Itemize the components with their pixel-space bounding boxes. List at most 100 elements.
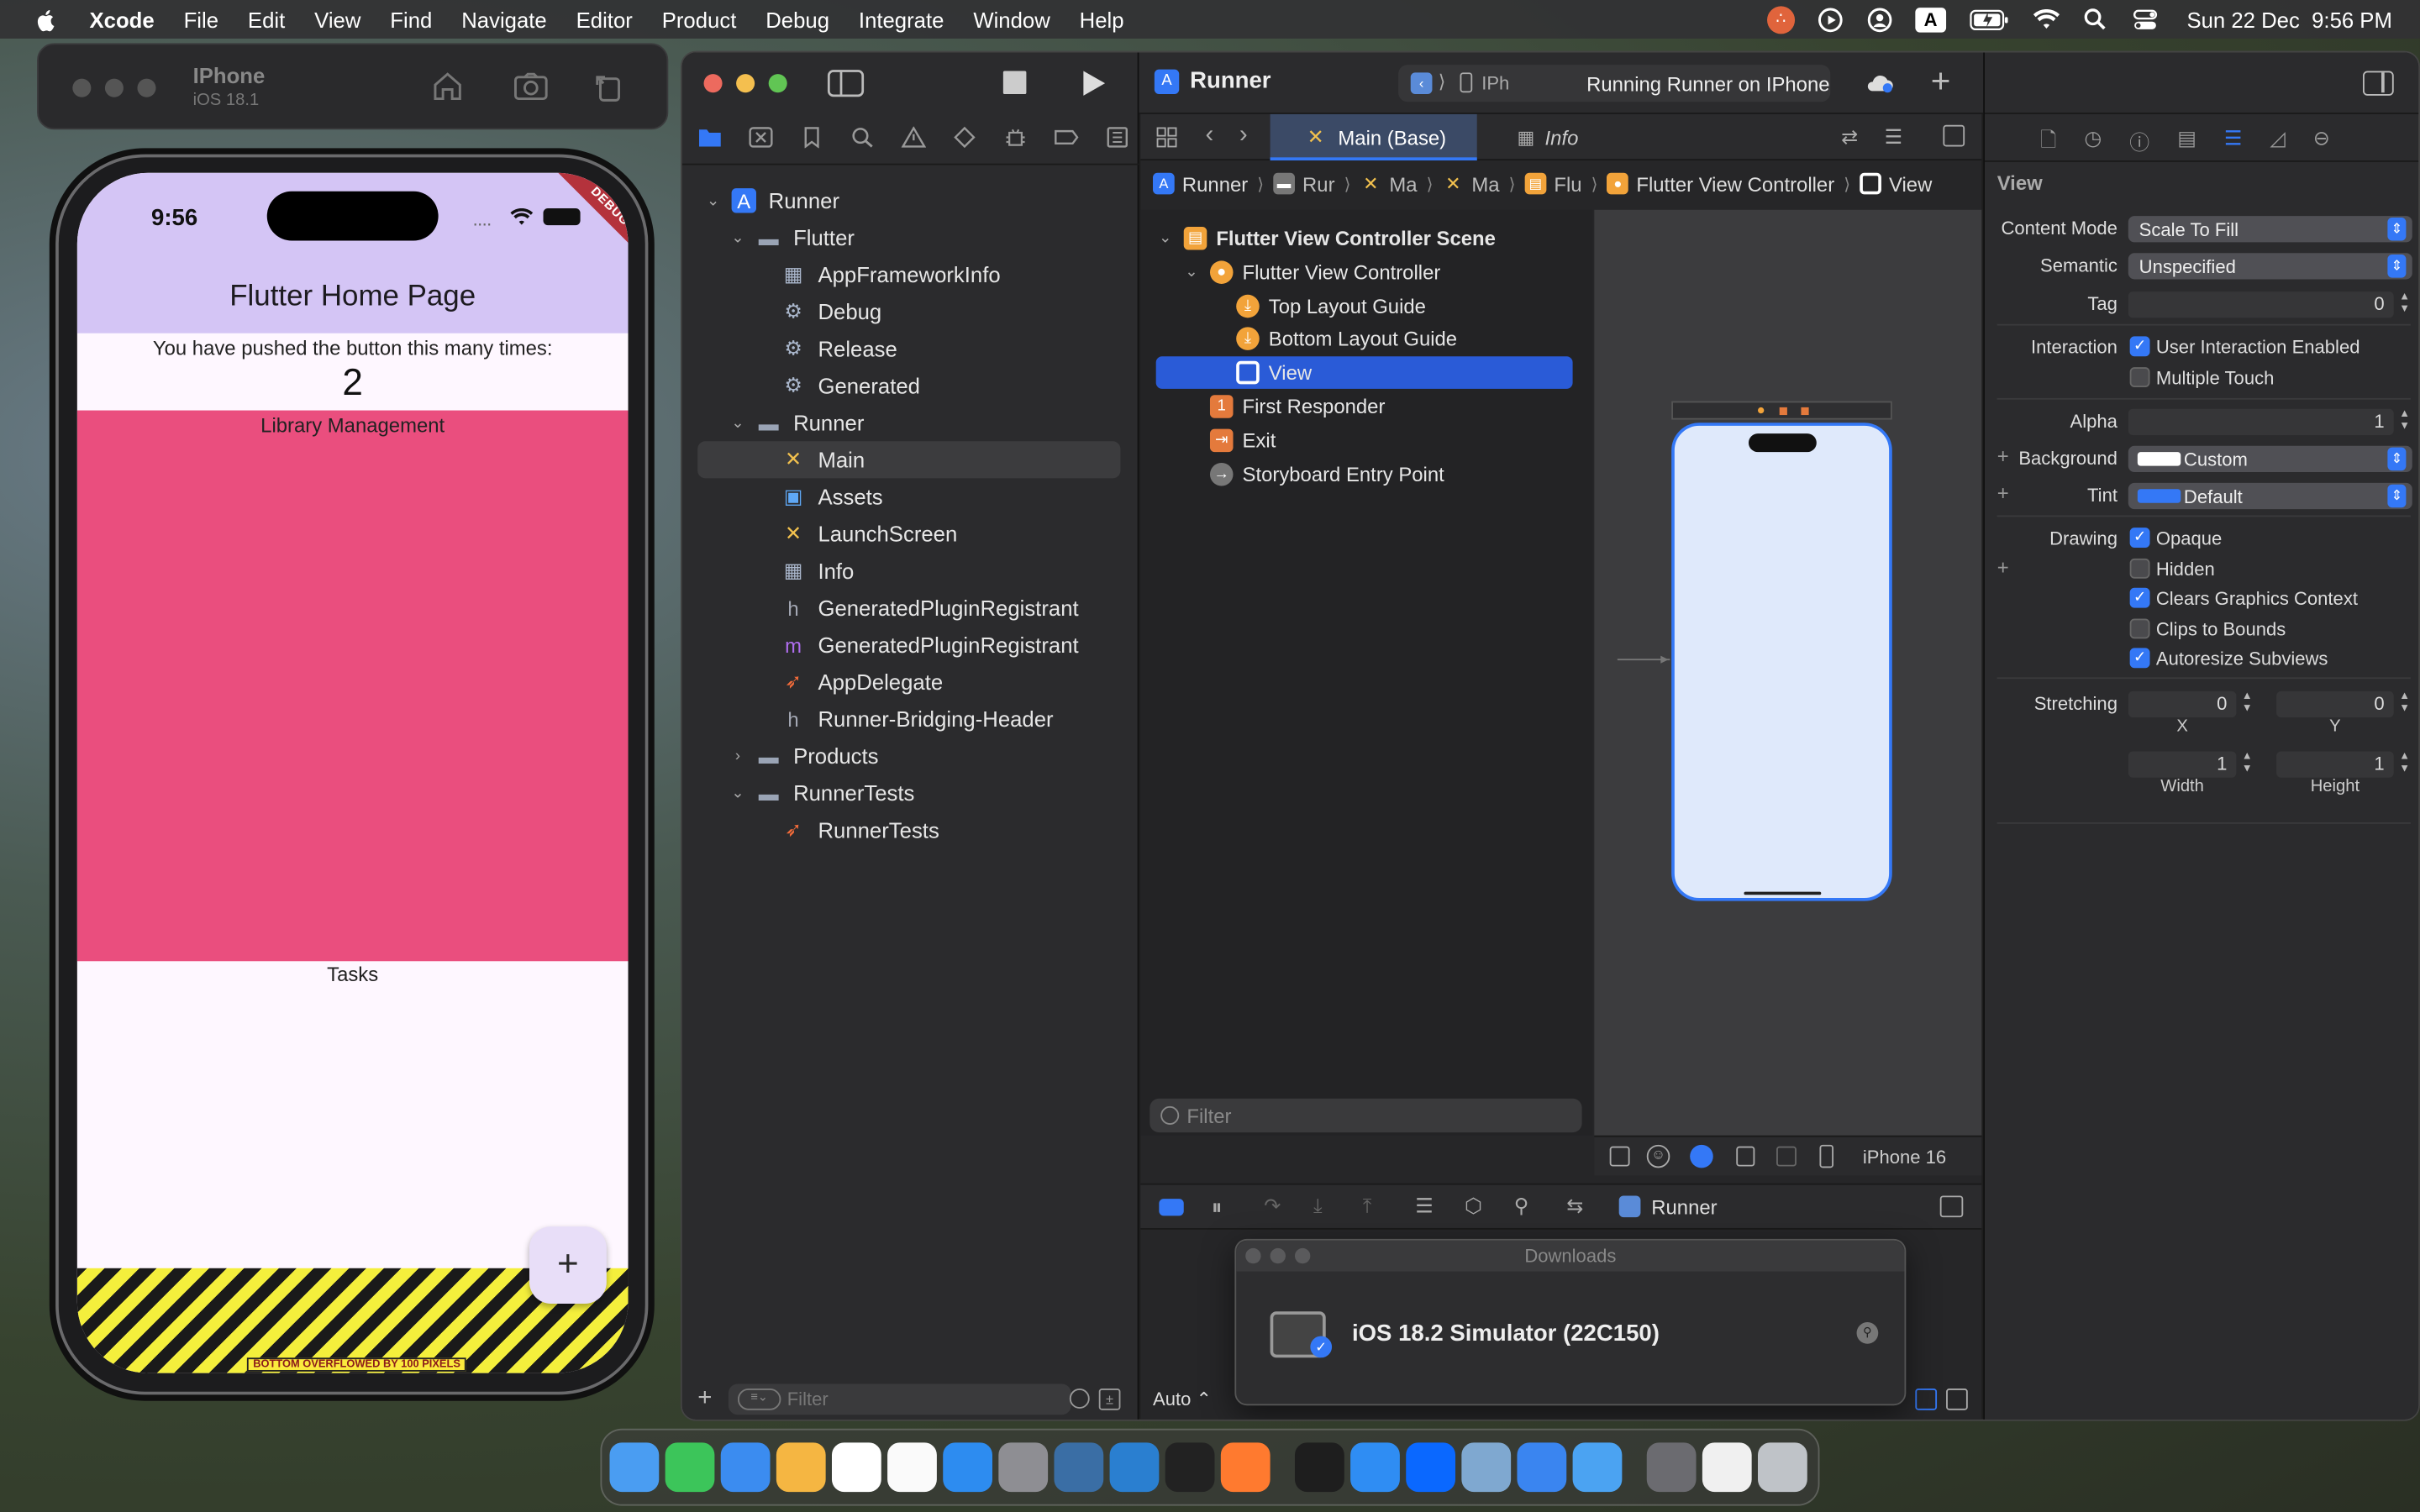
hide-console-icon[interactable] [1939, 1195, 1964, 1218]
user-circle-icon[interactable] [1865, 7, 1893, 32]
play-circle-icon[interactable] [1817, 7, 1844, 32]
window-close-button[interactable] [703, 74, 723, 93]
vscode-icon[interactable] [1109, 1442, 1160, 1493]
messages-icon[interactable] [665, 1442, 715, 1493]
window-minimize-button[interactable] [736, 74, 755, 93]
menu-window[interactable]: Window [973, 7, 1050, 31]
spotlight-search-icon[interactable] [2082, 7, 2110, 31]
breakpoint-navigator-icon[interactable] [1054, 127, 1079, 156]
zalo-icon[interactable] [1406, 1442, 1456, 1493]
split-editor-icon[interactable] [1943, 124, 1965, 147]
navigator-item[interactable]: › ▬ Products [697, 738, 1120, 774]
breadcrumb-item[interactable]: Runner [1182, 172, 1248, 196]
source-control-navigator-icon[interactable] [749, 127, 773, 156]
sidebar-toggle-icon[interactable] [827, 70, 865, 105]
stretch-width-stepper[interactable]: ▲ ▼ [2239, 751, 2254, 777]
battery-icon[interactable] [1968, 7, 2011, 31]
tag-field[interactable]: 0 [2128, 291, 2394, 318]
connections-inspector-icon[interactable]: ⊖ [2313, 127, 2330, 160]
menu-integrate[interactable]: Integrate [859, 7, 944, 31]
disclosure-open-icon[interactable]: ⌄ [729, 785, 747, 801]
autoresize-subviews-checkbox[interactable]: ✓ [2129, 648, 2150, 669]
preview-icon[interactable] [1461, 1442, 1512, 1493]
safari-icon[interactable] [1350, 1442, 1400, 1493]
trash-icon[interactable] [1758, 1442, 1807, 1493]
screenshot-camera-icon[interactable] [513, 70, 550, 112]
size-class-icon[interactable] [1776, 1146, 1797, 1167]
add-file-icon[interactable]: + [697, 1385, 712, 1413]
clips-to-bounds-checkbox[interactable] [2129, 618, 2150, 639]
pause-icon[interactable]: ⏸ [1212, 1194, 1223, 1221]
xcode-icon[interactable] [1517, 1442, 1567, 1493]
view-controller-preview[interactable] [1671, 423, 1892, 901]
scheme-title[interactable]: Runner [1190, 68, 1270, 94]
outline-item[interactable]: ⤓ Bottom Layout Guide [1156, 323, 1573, 356]
disclosure-open-icon[interactable]: ⌄ [704, 192, 723, 209]
outline-item[interactable]: ⇥ Exit [1156, 424, 1573, 457]
disclosure-open-icon[interactable]: ⌄ [1156, 230, 1175, 247]
firefox-icon[interactable] [1220, 1442, 1270, 1493]
stretch-height-field[interactable]: 1 [2276, 751, 2394, 778]
disclosure-open-icon[interactable]: ⌄ [729, 414, 747, 431]
control-center-icon[interactable] [2131, 7, 2159, 31]
minimize-button[interactable] [104, 78, 124, 97]
menubar-clock[interactable]: Sun 22 Dec 9:56 PM [2186, 7, 2391, 31]
scm-filter-icon[interactable]: ± [1098, 1389, 1121, 1410]
navigator-item[interactable]: ✕ Main [697, 441, 1121, 479]
identity-inspector-icon[interactable]: ▤ [2177, 127, 2196, 160]
disclosure-open-icon[interactable]: ⌄ [1182, 264, 1201, 281]
scene-dock[interactable] [1671, 401, 1892, 420]
test-navigator-icon[interactable] [952, 126, 976, 156]
home-icon[interactable] [430, 70, 464, 112]
rotate-device-icon[interactable] [591, 70, 624, 112]
breadcrumb-item[interactable]: Flu [1554, 172, 1581, 196]
debug-navigator-icon[interactable] [1003, 127, 1028, 156]
quick-help-icon[interactable]: ⓘ [2129, 127, 2149, 160]
menu-help[interactable]: Help [1080, 7, 1124, 31]
navigator-item[interactable]: h Runner-Bridging-Header [697, 701, 1120, 738]
filter-options-icon[interactable]: ≡⌄ [737, 1389, 781, 1410]
toggle-debug-area-icon[interactable] [1159, 1199, 1184, 1216]
menu-editor[interactable]: Editor [576, 7, 633, 31]
editor-options-icon[interactable]: ☰ [1885, 125, 1902, 150]
tag-stepper[interactable]: ▲ ▼ [2396, 291, 2412, 318]
tab-info[interactable]: ▦ Info [1496, 114, 1665, 160]
stretch-height-stepper[interactable]: ▲ ▼ [2396, 751, 2412, 777]
window-manager-icon[interactable] [1646, 1442, 1697, 1493]
tint-popup[interactable]: Default ⇕ [2128, 482, 2412, 510]
terminal-icon[interactable] [1294, 1442, 1344, 1493]
related-items-icon[interactable] [1156, 127, 1178, 156]
stretch-y-field[interactable]: 0 [2276, 690, 2394, 718]
outline-item[interactable]: ⌄ ● Flutter View Controller [1156, 256, 1573, 289]
mail-icon[interactable] [720, 1442, 771, 1493]
hidden-checkbox[interactable] [2129, 558, 2150, 579]
adjust-editor-icon[interactable]: ⇄ [1841, 125, 1858, 150]
device-config-label[interactable]: iPhone 16 [1863, 1147, 1946, 1168]
report-navigator-icon[interactable] [1105, 127, 1129, 156]
flutter-scheme-icon[interactable]: ‹ [1410, 72, 1433, 95]
history-inspector-icon[interactable]: ◷ [2084, 127, 2102, 160]
clears-graphics-checkbox[interactable]: ✓ [2129, 587, 2150, 608]
navigator-filter-field[interactable]: ≡⌄ Filter [728, 1383, 1071, 1415]
disclosure-closed-icon[interactable]: › [729, 748, 747, 764]
menu-debug[interactable]: Debug [765, 7, 829, 31]
menu-app-name[interactable]: Xcode [90, 7, 155, 31]
stretch-y-stepper[interactable]: ▲ ▼ [2396, 691, 2412, 717]
document-outline-toggle-icon[interactable] [1609, 1146, 1630, 1167]
alpha-field[interactable]: 1 [2128, 408, 2394, 435]
project-navigator-icon[interactable] [697, 127, 722, 156]
view-hierarchy-icon[interactable]: ☰ [1415, 1194, 1433, 1219]
show-console-icon[interactable] [1946, 1389, 1968, 1410]
user-interaction-checkbox[interactable]: ✓ [2129, 336, 2150, 357]
app-store-icon[interactable] [943, 1442, 992, 1493]
navigator-item[interactable]: ⌄ A Runner [697, 182, 1120, 219]
apple-icon[interactable] [34, 7, 58, 31]
file-inspector-icon[interactable]: 🗋 [2040, 127, 2056, 160]
breadcrumb-item[interactable]: Ma [1471, 172, 1499, 196]
menu-edit[interactable]: Edit [248, 7, 285, 31]
show-variables-icon[interactable] [1915, 1389, 1938, 1410]
navigator-item[interactable]: ⌄ ▬ Runner [697, 404, 1120, 441]
menu-product[interactable]: Product [662, 7, 737, 31]
disclosure-open-icon[interactable]: ⌄ [729, 229, 747, 246]
outline-item[interactable]: → Storyboard Entry Point [1156, 458, 1573, 491]
